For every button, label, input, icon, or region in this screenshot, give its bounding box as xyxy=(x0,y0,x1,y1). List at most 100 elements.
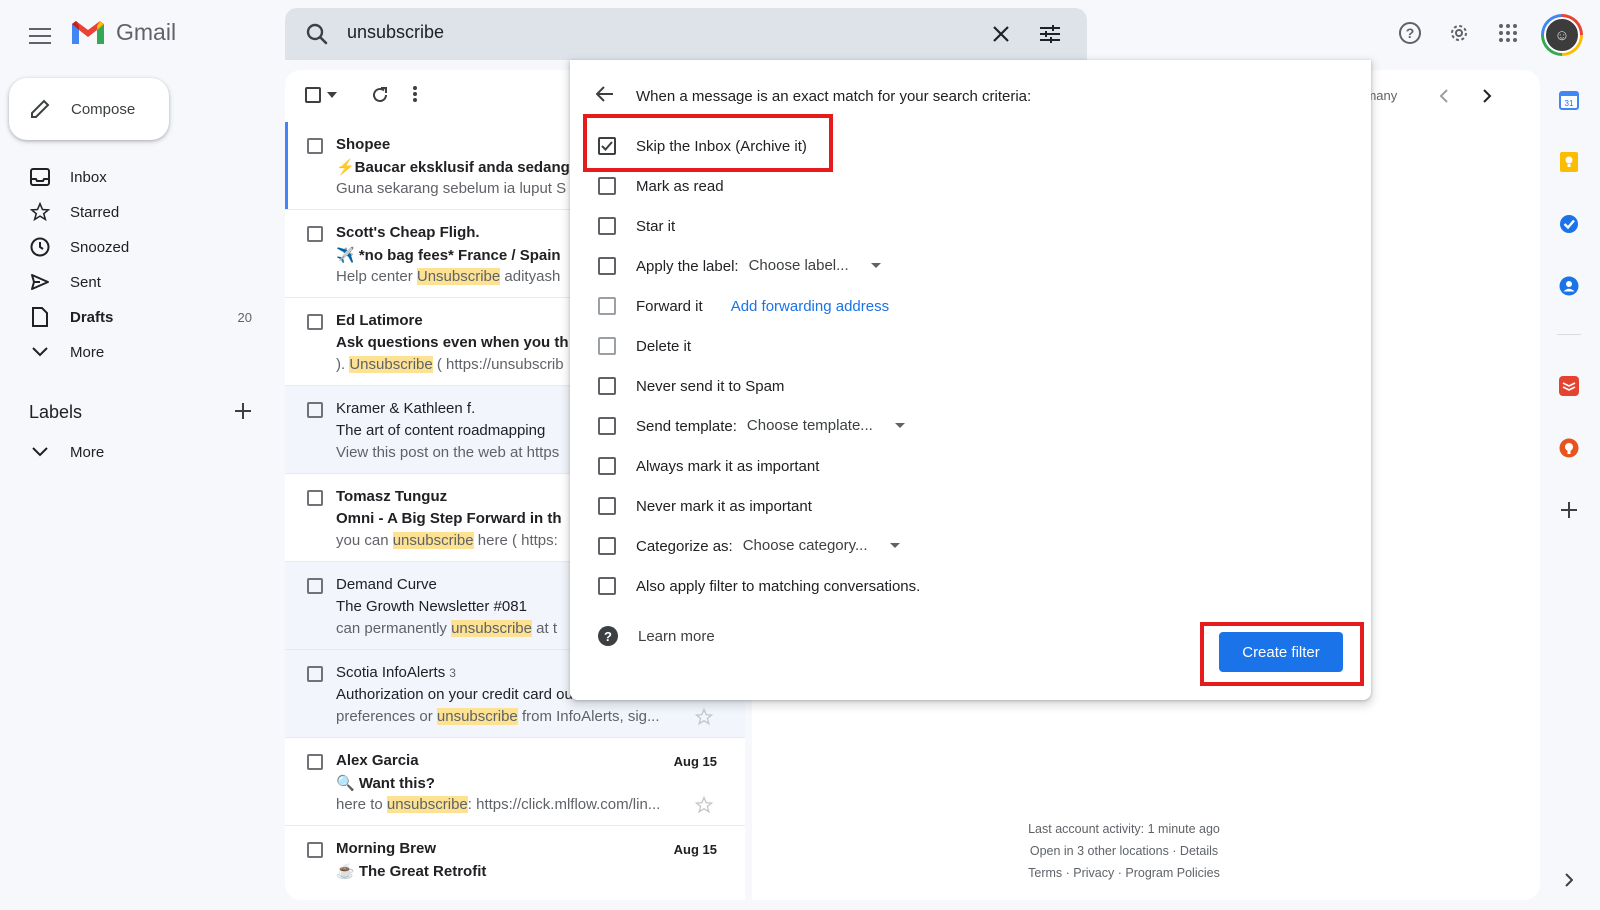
compose-button[interactable]: Compose xyxy=(9,78,169,140)
row-checkbox[interactable] xyxy=(307,754,323,770)
option-mark-as-read[interactable]: Mark as read xyxy=(598,170,724,202)
search-input[interactable]: unsubscribe xyxy=(347,22,444,43)
option-apply-label[interactable]: Apply the label: Choose label... xyxy=(598,250,887,282)
option-send-template[interactable]: Send template: Choose template... xyxy=(598,410,911,442)
email-row[interactable]: Morning Brew Aug 15 ☕ The Great Retrofit xyxy=(285,826,745,900)
row-checkbox[interactable] xyxy=(307,314,323,330)
categorize-checkbox[interactable] xyxy=(598,537,616,555)
row-checkbox[interactable] xyxy=(307,578,323,594)
star-icon[interactable] xyxy=(695,708,713,726)
option-apply-to-matching[interactable]: Also apply filter to matching conversati… xyxy=(598,570,920,602)
send-template-checkbox[interactable] xyxy=(598,417,616,435)
search-bar[interactable]: unsubscribe xyxy=(285,8,1087,60)
help-icon[interactable]: ? xyxy=(1395,18,1425,48)
star-icon[interactable] xyxy=(695,796,713,814)
option-delete-it[interactable]: Delete it xyxy=(598,330,691,362)
nav-item-inbox[interactable]: Inbox xyxy=(28,161,258,193)
refresh-icon[interactable] xyxy=(371,86,389,104)
forward-checkbox[interactable] xyxy=(598,297,616,315)
email-sender: Kramer & Kathleen f. xyxy=(336,400,476,417)
nav-label: More xyxy=(70,443,105,461)
get-addons-plus-icon[interactable] xyxy=(1557,498,1581,522)
email-subject: Ask questions even when you th xyxy=(336,334,569,351)
dialog-title: When a message is an exact match for you… xyxy=(636,88,1032,105)
todoist-icon[interactable] xyxy=(1557,374,1581,398)
learn-more-link[interactable]: ? Learn more xyxy=(598,626,715,646)
add-label-icon[interactable] xyxy=(234,402,252,420)
email-row[interactable]: Alex Garcia Aug 15 🔍 Want this? here to … xyxy=(285,738,745,826)
add-forwarding-address-link[interactable]: Add forwarding address xyxy=(731,298,889,315)
nav-item-more[interactable]: More xyxy=(28,336,258,368)
nav-label: Starred xyxy=(70,203,120,221)
option-never-spam[interactable]: Never send it to Spam xyxy=(598,370,784,402)
email-subject: ☕ The Great Retrofit xyxy=(336,863,487,880)
gmail-logo[interactable]: Gmail xyxy=(70,18,176,46)
option-forward-it[interactable]: Forward it Add forwarding address xyxy=(598,290,889,322)
apply-label-checkbox[interactable] xyxy=(598,257,616,275)
email-snippet: View this post on the web at https xyxy=(336,444,560,461)
search-options-icon[interactable] xyxy=(1039,24,1061,44)
select-dropdown-icon[interactable] xyxy=(327,92,337,98)
row-checkbox[interactable] xyxy=(307,138,323,154)
row-checkbox[interactable] xyxy=(307,402,323,418)
search-icon[interactable] xyxy=(305,22,329,46)
nav-item-starred[interactable]: Starred xyxy=(28,196,258,228)
tasks-icon[interactable] xyxy=(1557,212,1581,236)
back-arrow-icon[interactable] xyxy=(596,86,614,102)
compose-label: Compose xyxy=(71,100,136,118)
never-important-checkbox[interactable] xyxy=(598,497,616,515)
email-subject: The art of content roadmapping xyxy=(336,422,546,439)
more-vert-icon[interactable] xyxy=(413,86,417,102)
account-footer: Last account activity: 1 minute ago Open… xyxy=(1000,818,1248,884)
labels-more[interactable]: More xyxy=(28,436,258,468)
nav-label: Snoozed xyxy=(70,238,130,256)
addon-icon[interactable] xyxy=(1557,436,1581,460)
never-spam-checkbox[interactable] xyxy=(598,377,616,395)
delete-checkbox[interactable] xyxy=(598,337,616,355)
expand-panel-chevron-icon[interactable] xyxy=(1557,868,1581,892)
always-important-checkbox[interactable] xyxy=(598,457,616,475)
email-snippet: can permanently unsubscribe at t xyxy=(336,620,557,637)
row-checkbox[interactable] xyxy=(307,490,323,506)
dropdown-caret-icon xyxy=(894,423,905,428)
account-avatar[interactable]: ☺ xyxy=(1541,14,1583,56)
chevron-right-icon[interactable] xyxy=(1482,88,1492,104)
star-it-checkbox[interactable] xyxy=(598,217,616,235)
label-select[interactable]: Choose label... xyxy=(749,257,887,275)
chevron-left-icon[interactable] xyxy=(1439,88,1449,104)
clear-search-icon[interactable] xyxy=(991,24,1011,44)
keep-icon[interactable] xyxy=(1557,150,1581,174)
option-star-it[interactable]: Star it xyxy=(598,210,675,242)
chevron-down-icon xyxy=(28,347,52,357)
email-subject: Omni - A Big Step Forward in th xyxy=(336,510,562,527)
row-checkbox[interactable] xyxy=(307,666,323,682)
pencil-icon xyxy=(31,99,50,118)
row-checkbox[interactable] xyxy=(307,226,323,242)
apps-grid-icon[interactable] xyxy=(1493,18,1523,48)
option-never-important[interactable]: Never mark it as important xyxy=(598,490,812,522)
send-icon xyxy=(28,273,52,291)
apply-matching-checkbox[interactable] xyxy=(598,577,616,595)
nav-item-drafts[interactable]: Drafts 20 xyxy=(28,301,258,333)
labels-heading: Labels xyxy=(29,402,83,422)
option-categorize[interactable]: Categorize as: Choose category... xyxy=(598,530,906,562)
main-menu-button[interactable] xyxy=(24,20,56,52)
nav-item-sent[interactable]: Sent xyxy=(28,266,258,298)
policy-links[interactable]: Terms · Privacy · Program Policies xyxy=(1000,862,1248,884)
select-all-checkbox[interactable] xyxy=(305,87,321,103)
svg-text:?: ? xyxy=(604,629,612,644)
email-subject: ⚡Baucar eksklusif anda sedang xyxy=(336,159,570,176)
option-label: Always mark it as important xyxy=(636,457,820,475)
calendar-icon[interactable]: 31 xyxy=(1557,88,1581,112)
mark-read-checkbox[interactable] xyxy=(598,177,616,195)
category-select[interactable]: Choose category... xyxy=(743,537,906,555)
row-checkbox[interactable] xyxy=(307,842,323,858)
nav-item-snoozed[interactable]: Snoozed xyxy=(28,231,258,263)
other-locations-link[interactable]: Open in 3 other locations · Details xyxy=(1000,840,1248,862)
nav-label: Drafts xyxy=(70,308,114,326)
settings-gear-icon[interactable] xyxy=(1444,18,1474,48)
email-date: Aug 15 xyxy=(673,754,717,769)
template-select[interactable]: Choose template... xyxy=(747,417,911,435)
option-always-important[interactable]: Always mark it as important xyxy=(598,450,819,482)
contacts-icon[interactable] xyxy=(1557,274,1581,298)
